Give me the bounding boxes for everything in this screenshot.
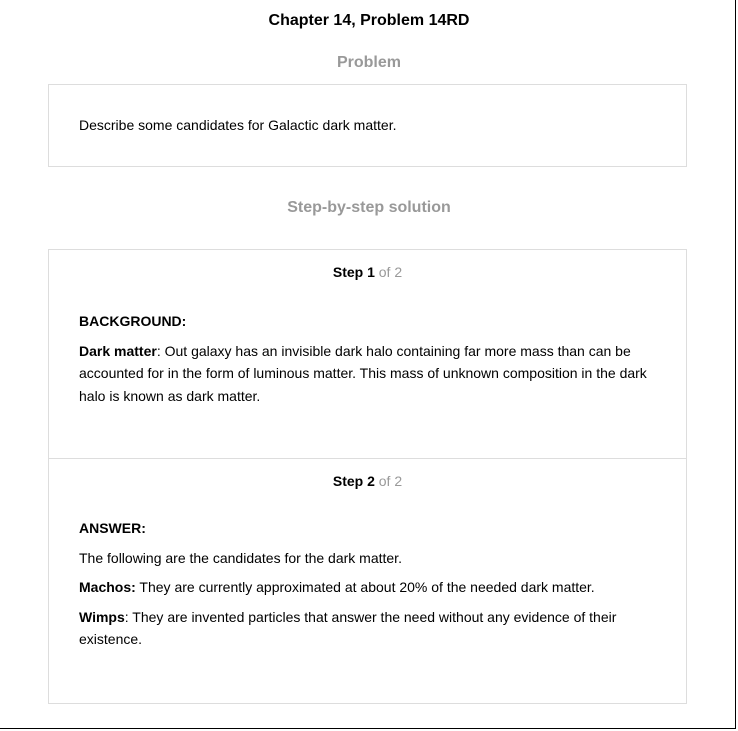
step-1-label: Step 1	[332, 264, 375, 280]
solution-box: Step 1 of 2 BACKGROUND: Dark matter: Out…	[48, 249, 687, 704]
step-1-of-label: of 2	[374, 264, 403, 280]
step-1: Step 1 of 2 BACKGROUND: Dark matter: Out…	[49, 250, 686, 459]
dark-matter-paragraph: Dark matter: Out galaxy has an invisible…	[79, 340, 664, 408]
step-1-header: Step 1 of 2	[49, 262, 686, 282]
step-2-of-label: of 2	[374, 473, 403, 489]
problem-box: Describe some candidates for Galactic da…	[48, 84, 687, 167]
wimps-term: Wimps	[79, 608, 125, 625]
page-title: Chapter 14, Problem 14RD	[268, 12, 470, 29]
dark-matter-term: Dark matter	[79, 342, 157, 359]
solution-heading: Step-by-step solution	[287, 199, 451, 216]
step-1-body: BACKGROUND: Dark matter: Out galaxy has …	[79, 310, 664, 414]
wimps-text: : They are invented particles that answe…	[79, 608, 617, 648]
dark-matter-text: : Out galaxy has an invisible dark halo …	[79, 342, 647, 404]
problem-text: Describe some candidates for Galactic da…	[79, 117, 397, 133]
answer-label: ANSWER:	[79, 520, 146, 536]
machos-text: They are currently approximated at about…	[135, 579, 595, 595]
step-2-header: Step 2 of 2	[49, 471, 686, 491]
machos-term: Machos:	[79, 579, 136, 595]
background-label: BACKGROUND:	[79, 313, 187, 329]
step-2: Step 2 of 2 ANSWER: The following are th…	[49, 459, 686, 703]
answer-intro: The following are the candidates for the…	[79, 549, 402, 566]
wimps-paragraph: Wimps: They are invented particles that …	[79, 606, 664, 651]
problem-heading: Problem	[336, 54, 401, 71]
step-2-body: ANSWER: The following are the candidates…	[79, 517, 664, 658]
machos-paragraph: Machos: They are currently approximated …	[79, 576, 664, 599]
step-2-label: Step 2	[332, 473, 375, 489]
